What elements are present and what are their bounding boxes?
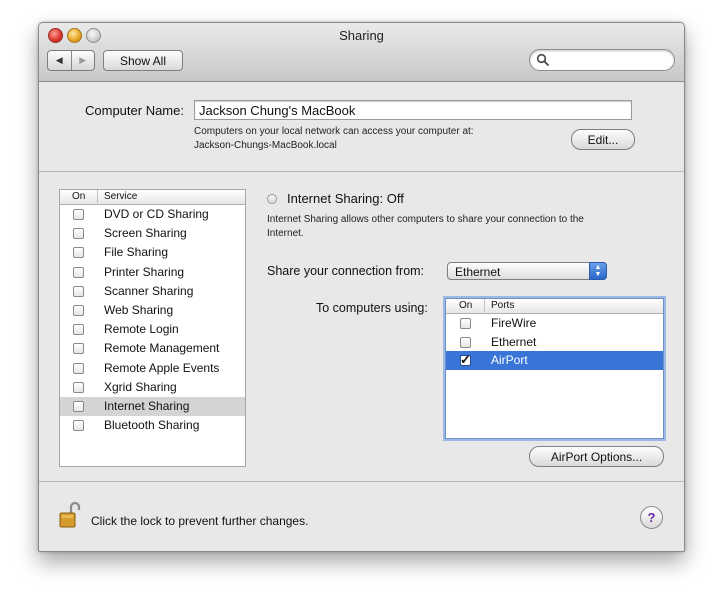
ports-list-header: On Ports: [446, 299, 663, 314]
service-checkbox[interactable]: [73, 381, 84, 393]
port-checkbox[interactable]: [460, 318, 471, 329]
show-all-button[interactable]: Show All: [103, 50, 183, 71]
service-label: Scanner Sharing: [104, 283, 194, 298]
service-checkbox[interactable]: [73, 266, 84, 278]
sharing-window: Sharing ◀ ▶ Show All Computer Name: Jack…: [38, 22, 685, 552]
ports-header-on: On: [459, 300, 473, 311]
service-checkbox[interactable]: [73, 247, 84, 259]
header-divider: [97, 190, 98, 203]
network-address: Jackson-Chungs-MacBook.local: [194, 140, 337, 151]
service-row[interactable]: Screen Sharing: [60, 224, 245, 243]
service-status-indicator-icon: [267, 194, 277, 204]
share-from-value: Ethernet: [455, 265, 501, 279]
ports-header-ports: Ports: [491, 300, 515, 311]
port-row[interactable]: ✓ AirPort: [446, 351, 663, 370]
share-from-popup[interactable]: Ethernet ▲ ▼: [447, 262, 607, 280]
service-row[interactable]: Remote Login: [60, 320, 245, 339]
service-checkbox[interactable]: [73, 343, 84, 355]
port-label: AirPort: [491, 353, 528, 367]
lock-message: Click the lock to prevent further change…: [91, 514, 309, 528]
to-computers-label: To computers using:: [316, 301, 428, 315]
footer-divider: [39, 481, 684, 482]
service-row[interactable]: Remote Apple Events: [60, 359, 245, 378]
checkmark-icon: ✓: [460, 352, 471, 367]
service-list[interactable]: On Service DVD or CD Sharing Screen Shari…: [59, 189, 246, 467]
service-row[interactable]: Bluetooth Sharing: [60, 416, 245, 435]
airport-options-button[interactable]: AirPort Options...: [529, 446, 664, 467]
service-checkbox[interactable]: [73, 228, 84, 240]
port-label: Ethernet: [491, 334, 537, 349]
service-row[interactable]: File Sharing: [60, 243, 245, 262]
section-divider: [39, 171, 684, 172]
description-line1: Internet Sharing allows other computers …: [267, 214, 584, 225]
network-info-line1: Computers on your local network can acce…: [194, 126, 474, 137]
service-checkbox[interactable]: [73, 209, 84, 220]
service-row[interactable]: Internet Sharing: [60, 396, 245, 417]
service-label: Internet Sharing: [104, 398, 190, 413]
header-on: On: [72, 191, 86, 202]
window-title: Sharing: [339, 28, 384, 43]
service-row[interactable]: Printer Sharing: [60, 263, 245, 282]
service-label: File Sharing: [104, 245, 169, 260]
header-service: Service: [104, 191, 138, 202]
service-row[interactable]: Remote Management: [60, 339, 245, 358]
back-arrow-icon[interactable]: ◀: [48, 51, 72, 70]
service-checkbox[interactable]: [73, 285, 84, 297]
service-checkbox[interactable]: [73, 420, 84, 432]
search-icon: [536, 53, 549, 66]
computer-name-field[interactable]: Jackson Chung's MacBook: [194, 100, 632, 120]
service-label: Remote Apple Events: [104, 360, 220, 375]
description-line2: Internet.: [267, 228, 304, 239]
service-row[interactable]: Scanner Sharing: [60, 282, 245, 301]
help-button[interactable]: ?: [640, 506, 663, 529]
service-checkbox[interactable]: [73, 304, 84, 316]
port-checkbox[interactable]: [460, 336, 471, 348]
service-checkbox[interactable]: [73, 362, 84, 374]
service-label: Printer Sharing: [104, 264, 185, 279]
service-row[interactable]: Xgrid Sharing: [60, 378, 245, 397]
port-checkbox[interactable]: ✓: [460, 352, 471, 367]
ports-list[interactable]: On Ports FireWire Ethernet ✓ AirPort: [445, 298, 664, 439]
service-checkbox[interactable]: [73, 400, 84, 412]
title-bar: Sharing ◀ ▶ Show All: [39, 23, 684, 82]
back-forward-control[interactable]: ◀ ▶: [47, 50, 95, 71]
forward-arrow-icon[interactable]: ▶: [72, 51, 95, 70]
service-list-header: On Service: [60, 190, 245, 205]
lock-icon[interactable]: [59, 501, 81, 529]
ports-header-divider: [484, 299, 485, 312]
computer-name-label: Computer Name:: [85, 103, 184, 118]
share-from-label: Share your connection from:: [267, 264, 425, 278]
popup-arrows-icon: ▲ ▼: [589, 262, 607, 280]
edit-button[interactable]: Edit...: [571, 129, 635, 150]
port-row[interactable]: FireWire: [446, 314, 663, 333]
service-label: DVD or CD Sharing: [104, 207, 209, 221]
service-label: Remote Login: [104, 322, 179, 337]
service-label: Remote Management: [104, 341, 220, 356]
service-label: Bluetooth Sharing: [104, 418, 200, 433]
service-label: Screen Sharing: [104, 226, 187, 241]
service-row[interactable]: Web Sharing: [60, 301, 245, 320]
search-field[interactable]: [529, 49, 675, 71]
service-checkbox[interactable]: [73, 324, 84, 336]
internet-sharing-status: Internet Sharing: Off: [287, 191, 404, 206]
service-label: Xgrid Sharing: [104, 379, 177, 394]
service-label: Web Sharing: [104, 302, 174, 317]
port-label: FireWire: [491, 316, 537, 330]
port-row[interactable]: Ethernet: [446, 333, 663, 352]
service-row[interactable]: DVD or CD Sharing: [60, 205, 245, 224]
